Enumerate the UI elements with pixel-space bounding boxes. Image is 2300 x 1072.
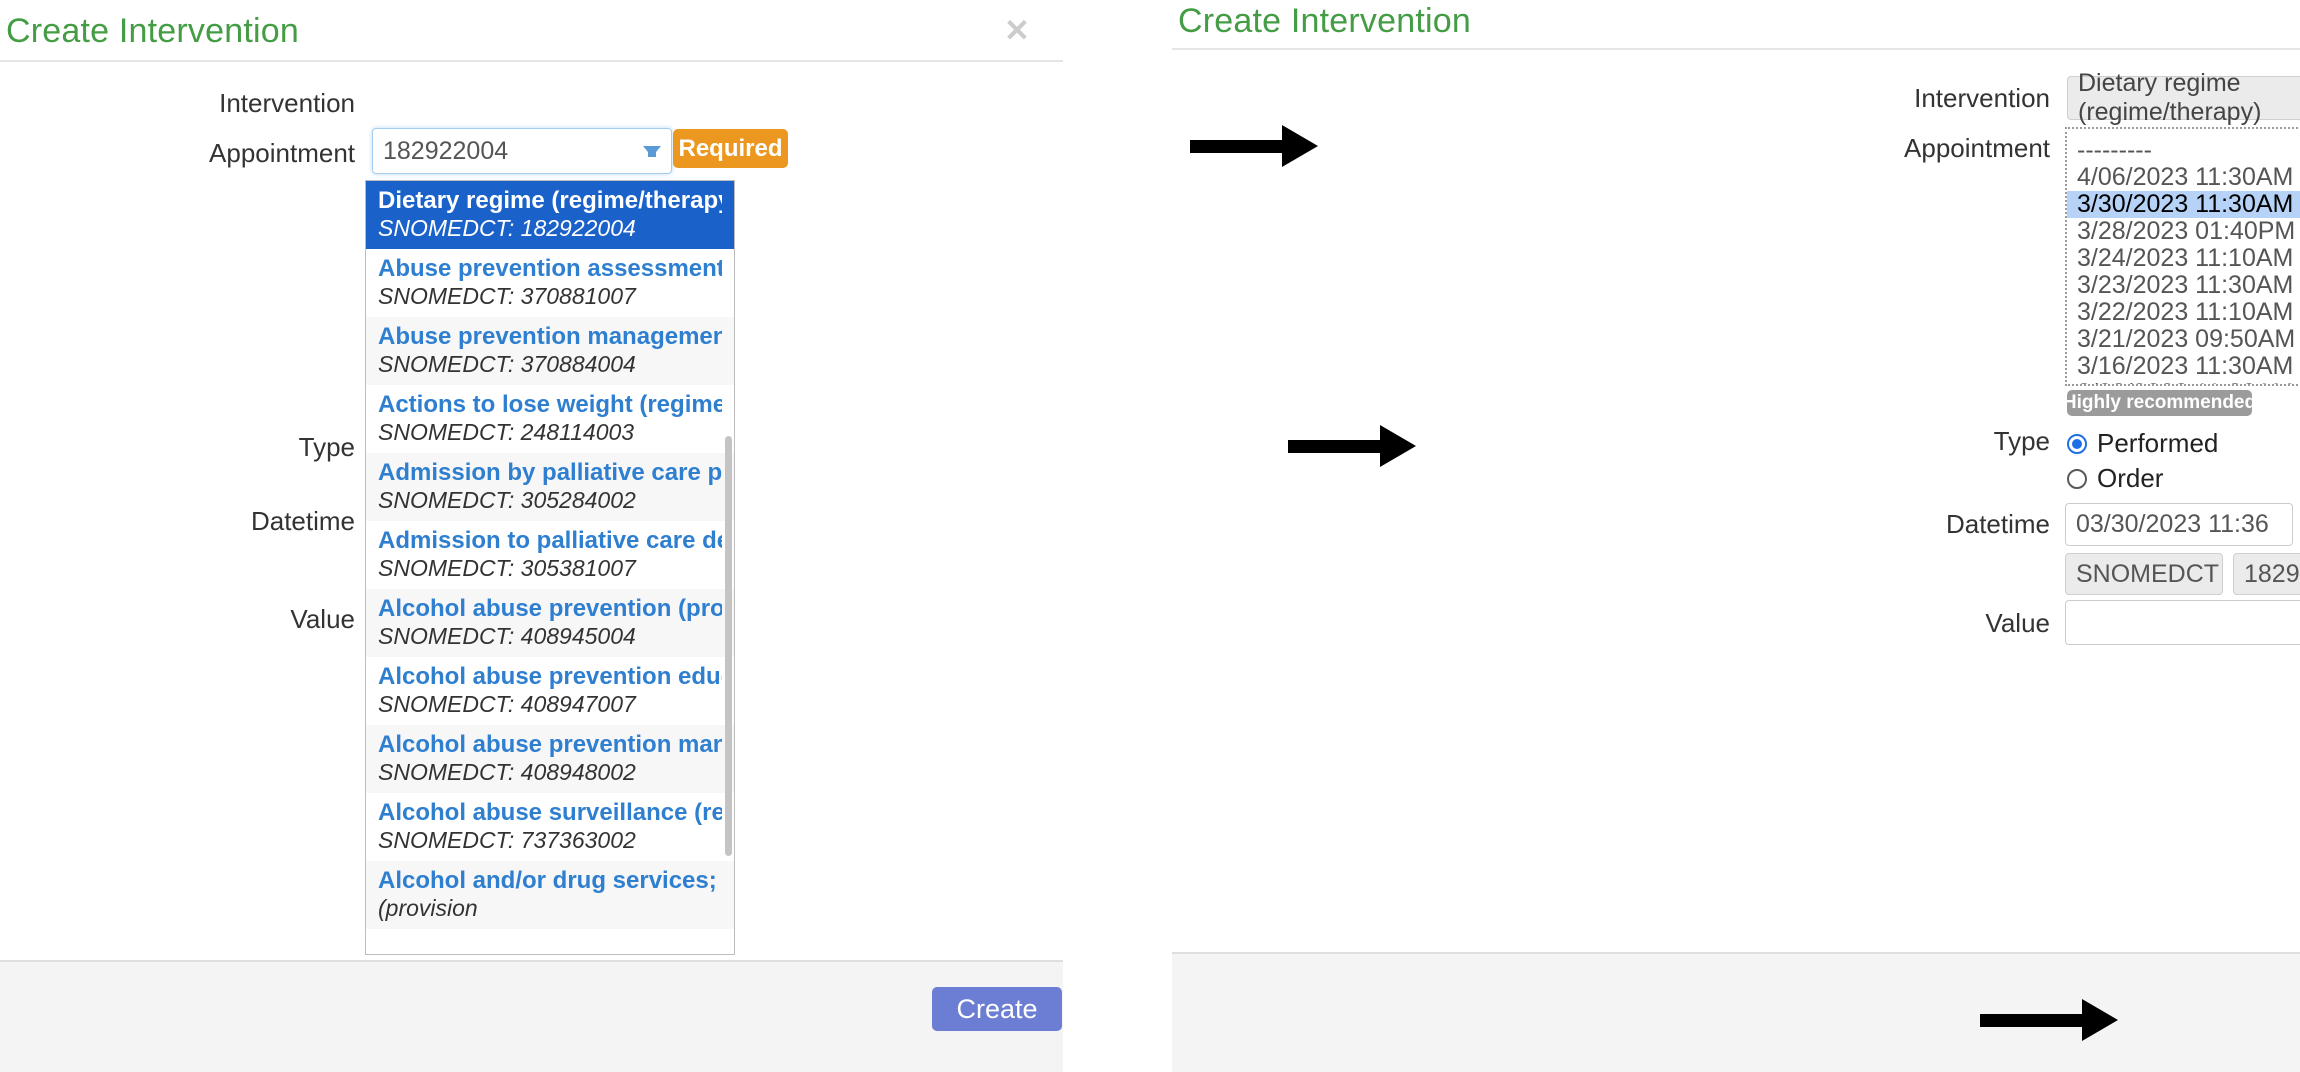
code-system-field[interactable]: SNOMEDCT [2065,553,2223,595]
left-required-badge: Required [673,129,788,168]
annotation-arrow-appointment [1190,125,1320,167]
annotation-arrow-type [1288,425,1418,467]
intervention-option-code: SNOMEDCT: 408947007 [378,691,636,717]
intervention-option[interactable]: Alcohol and/or drug services; methadone … [366,861,734,929]
intervention-option[interactable]: Alcohol abuse prevention (procedure)SNOM… [366,589,734,657]
appointment-option[interactable]: 3/28/2023 01:40PM [2067,218,2300,245]
left-type-label: Type [298,432,355,462]
intervention-option-name: Abuse prevention management (procedure) [378,323,722,350]
intervention-option-code: SNOMEDCT: 370881007 [378,283,636,309]
right-intervention-select[interactable]: Dietary regime (regime/therapy) [2067,69,2300,126]
right-value-label: Value [1985,608,2050,638]
left-intervention-label: Intervention [219,88,355,118]
left-create-button[interactable]: Create [932,987,1062,1031]
intervention-option-code: SNOMEDCT: 737363002 [378,827,636,853]
dropdown-scrollbar[interactable] [725,436,732,856]
chevron-down-icon[interactable] [643,145,661,157]
intervention-option-code: SNOMEDCT: 408945004 [378,623,636,649]
intervention-option-name: Alcohol abuse surveillance (regime/thera… [378,799,722,826]
left-modal-header: Create Intervention ✕ [0,0,1120,75]
radio-performed-icon[interactable] [2067,433,2087,454]
type-order-label: Order [2097,463,2164,493]
intervention-option[interactable]: Abuse prevention management (procedure)S… [366,317,734,385]
intervention-option[interactable]: Admission by palliative care physician (… [366,453,734,521]
intervention-option-name: Alcohol and/or drug services; methadone … [378,867,722,894]
right-datetime-label: Datetime [1945,509,2050,539]
right-modal-footer [1172,954,2300,1072]
intervention-option[interactable]: Alcohol abuse surveillance (regime/thera… [366,793,734,861]
intervention-option-name: Admission by palliative care physician (… [378,459,722,486]
intervention-option-code: SNOMEDCT: 408948002 [378,759,636,785]
right-header-divider [1172,48,2300,50]
code-value-field[interactable]: 182922004 [2233,553,2300,595]
intervention-option[interactable]: Alcohol abuse prevention management (pro… [366,725,734,793]
left-modal-footer [0,962,1063,1072]
appointment-option[interactable]: 3/08/2023 11:30AM [2067,380,2300,385]
intervention-option[interactable]: Alcohol abuse prevention education (proc… [366,657,734,725]
annotation-arrow-create [1980,999,2120,1041]
intervention-option[interactable]: Abuse prevention assessment (procedure)S… [366,249,734,317]
intervention-option-name: Alcohol abuse prevention management (pro… [378,731,722,758]
left-create-intervention-modal: Create Intervention ✕ Intervention Appoi… [0,0,1120,1072]
intervention-option-code: (provision [378,895,478,921]
intervention-option[interactable]: Actions to lose weight (regime/therapy)S… [366,385,734,453]
left-modal-close-icon[interactable]: ✕ [1004,15,1030,46]
datetime-value: 03/30/2023 11:36 [2076,510,2269,538]
right-create-intervention-modal: Create Intervention ✕ Intervention Appoi… [1172,0,2300,1072]
intervention-option-code: SNOMEDCT: 182922004 [378,215,636,241]
left-datetime-label: Datetime [250,506,355,536]
left-modal-title: Create Intervention [6,12,299,50]
left-intervention-search-value: 182922004 [383,136,509,165]
intervention-option-name: Admission to palliative care department … [378,527,722,554]
type-option-order[interactable]: Order [2067,463,2163,494]
intervention-option[interactable]: Dietary regime (regime/therapy) SNOMEDCT:… [366,181,734,249]
right-intervention-value: Dietary regime (regime/therapy) [2078,69,2262,126]
code-system-value: SNOMEDCT [2076,559,2220,588]
intervention-suggestion-list[interactable]: Dietary regime (regime/therapy) SNOMEDCT:… [365,180,735,955]
right-modal-header: Create Intervention ✕ [1172,0,2300,60]
appointment-option[interactable]: 3/24/2023 11:10AM [2067,245,2300,272]
type-option-performed[interactable]: Performed [2067,428,2218,459]
right-intervention-label: Intervention [1914,83,2050,113]
type-performed-label: Performed [2097,428,2219,458]
appointment-option[interactable]: 3/16/2023 11:30AM [2067,353,2300,380]
appointment-option[interactable]: 3/22/2023 11:10AM [2067,299,2300,326]
intervention-option-name: Alcohol abuse prevention education (proc… [378,663,722,690]
left-value-label: Value [290,604,355,634]
intervention-option-code: SNOMEDCT: 305284002 [378,487,636,513]
highly-recommended-badge: Highly recommended [2063,390,2256,416]
code-value: 182922004 [2244,559,2300,588]
radio-order-icon[interactable] [2067,468,2087,489]
right-modal-title: Create Intervention [1178,2,1471,40]
left-intervention-search-input[interactable]: 182922004 [372,128,672,174]
intervention-option-name: Actions to lose weight (regime/therapy) [378,391,722,418]
appointment-option[interactable]: 3/30/2023 11:30AM [2067,191,2300,218]
left-appointment-label: Appointment [209,138,355,168]
intervention-option-code: SNOMEDCT: 305381007 [378,555,636,581]
intervention-option-code: SNOMEDCT: 248114003 [378,419,635,445]
appointment-option[interactable]: 3/21/2023 09:50AM [2067,326,2300,353]
intervention-option[interactable]: Admission to palliative care department … [366,521,734,589]
datetime-input[interactable]: 03/30/2023 11:36 [2065,503,2293,546]
intervention-option-name: Abuse prevention assessment (procedure) [378,255,722,282]
intervention-option-code: SNOMEDCT: 370884004 [378,351,636,377]
appointment-option[interactable]: 3/23/2023 11:30AM [2067,272,2300,299]
intervention-option-name: Dietary regime (regime/therapy) [378,187,722,214]
appointment-option[interactable]: --------- [2067,137,2300,164]
appointment-option[interactable]: 4/06/2023 11:30AM [2067,164,2300,191]
value-select[interactable] [2065,600,2300,645]
appointment-listbox[interactable]: --------- 4/06/2023 11:30AM 3/30/2023 11:3… [2065,127,2300,386]
left-header-divider [0,60,1063,62]
intervention-option-name: Alcohol abuse prevention (procedure) [378,595,722,622]
